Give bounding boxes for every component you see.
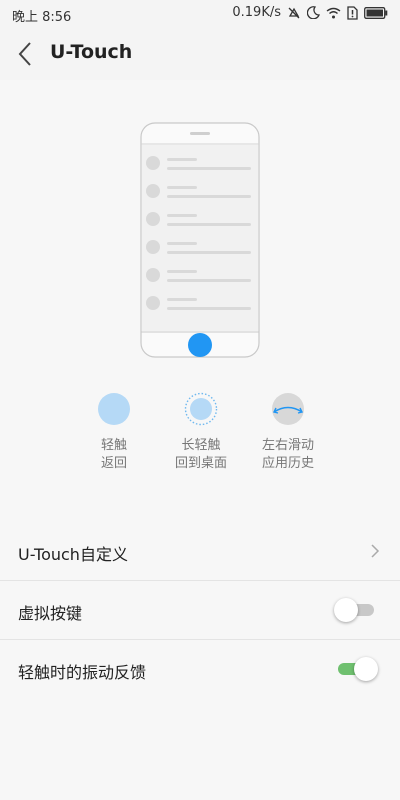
network-speed: 0.19K/s [232, 5, 281, 20]
silent-icon [287, 6, 301, 20]
moon-icon [307, 6, 320, 19]
settings-list: U-Touch自定义 虚拟按键 轻触时的振动反馈 [0, 522, 400, 698]
setting-utouch-customize[interactable]: U-Touch自定义 [0, 522, 400, 581]
gesture-tap: 轻触 返回 [64, 392, 164, 473]
virtual-keys-toggle[interactable] [334, 598, 378, 622]
gesture-result-label: 应用历史 [261, 456, 314, 471]
page-title: U-Touch [50, 41, 133, 63]
status-time: 晚上 8:56 [12, 10, 72, 25]
back-button[interactable] [14, 40, 38, 68]
setting-label: U-Touch自定义 [18, 545, 128, 564]
gesture-result-label: 回到桌面 [174, 456, 227, 471]
toggle-knob [334, 598, 358, 622]
chevron-right-icon [370, 543, 380, 563]
long-press-circle-icon [184, 392, 218, 426]
app-bar: U-Touch [0, 28, 400, 80]
setting-label: 轻触时的振动反馈 [18, 663, 147, 682]
status-bar: 晚上 8:56 0.19K/s [0, 0, 400, 28]
setting-virtual-keys[interactable]: 虚拟按键 [0, 581, 400, 640]
gesture-swipe: 左右滑动 应用历史 [238, 392, 338, 473]
sim-alert-icon [347, 5, 358, 20]
swipe-circle-icon [271, 392, 305, 426]
setting-label: 虚拟按键 [18, 604, 83, 623]
gesture-action-label: 长轻触 [181, 438, 221, 453]
battery-icon [364, 6, 388, 19]
status-icons: 0.19K/s [232, 5, 388, 20]
back-arrow-icon [18, 42, 31, 66]
tap-circle-icon [97, 392, 131, 426]
wifi-icon [326, 7, 341, 19]
setting-vibration-feedback[interactable]: 轻触时的振动反馈 [0, 640, 400, 698]
utouch-button-icon [188, 333, 212, 357]
gesture-long-press: 长轻触 回到桌面 [151, 392, 251, 473]
gesture-action-label: 轻触 [100, 438, 127, 453]
toggle-knob [354, 657, 378, 681]
phone-illustration [140, 122, 260, 358]
vibration-feedback-toggle[interactable] [334, 657, 378, 681]
gesture-result-label: 返回 [100, 456, 127, 471]
gesture-action-label: 左右滑动 [261, 438, 314, 453]
